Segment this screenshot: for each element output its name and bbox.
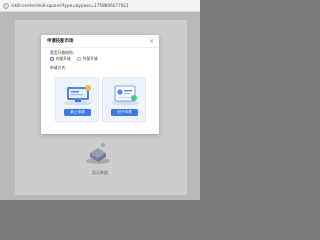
info-icon[interactable] xyxy=(3,3,9,9)
open-scope-label: 是否开放给你: xyxy=(50,50,75,55)
url-text[interactable]: /skill-center/skill-square?type=bypass=1… xyxy=(11,2,191,10)
empty-state-caption: 暂无数据 xyxy=(92,170,108,175)
radio-external-open[interactable]: 外部开放 xyxy=(77,56,98,62)
monitor-illustration-icon xyxy=(64,85,92,106)
close-button[interactable]: × xyxy=(148,38,155,45)
apply-skill-modal: 申请技能市场 × 是否开放给你: 内部开放 外部开放 申请方式: 新上申请 旧子… xyxy=(41,35,159,134)
radio-internal-open[interactable]: 内部开放 xyxy=(50,56,71,62)
empty-state-illustration-icon xyxy=(86,143,110,164)
radio-selected-icon xyxy=(50,57,54,61)
apply-method-card-existing[interactable]: 旧子申请 xyxy=(102,77,146,122)
apply-existing-button[interactable]: 旧子申请 xyxy=(111,109,138,116)
open-scope-radio-group: 内部开放 外部开放 xyxy=(50,56,120,62)
apply-method-label: 申请方式: xyxy=(50,65,67,70)
radio-label: 内部开放 xyxy=(55,56,71,61)
modal-title: 申请技能市场 xyxy=(47,39,74,44)
radio-unselected-icon xyxy=(77,57,81,61)
modal-divider xyxy=(41,47,159,48)
apply-new-button[interactable]: 新上申请 xyxy=(64,109,91,116)
apply-method-card-new[interactable]: 新上申请 xyxy=(55,77,99,122)
profile-card-illustration-icon xyxy=(111,85,139,106)
browser-address-bar[interactable]: /skill-center/skill-square?type=bypass=1… xyxy=(0,0,200,12)
radio-label: 外部开放 xyxy=(82,56,98,61)
